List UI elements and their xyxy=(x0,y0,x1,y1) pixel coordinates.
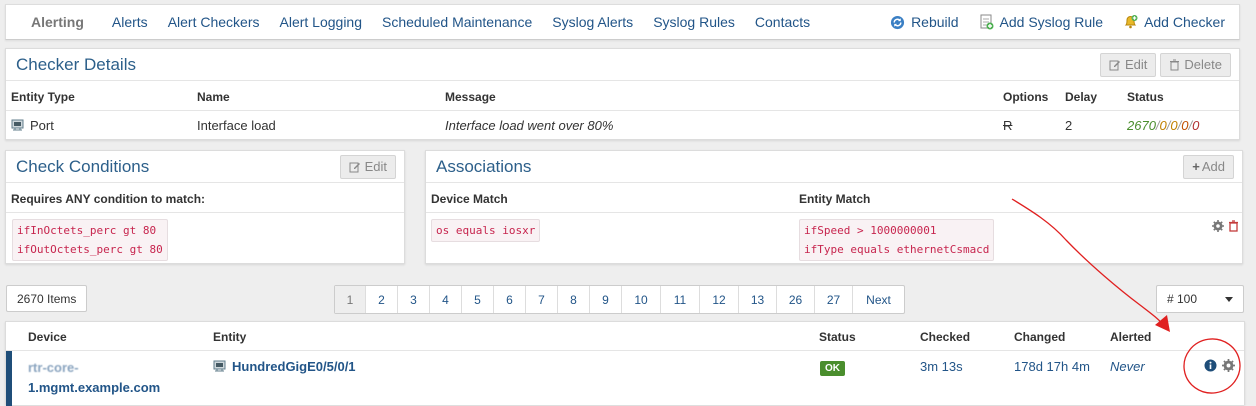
page-11[interactable]: 11 xyxy=(661,286,700,313)
checker-status: 2670/0/0/0/0 xyxy=(1127,118,1200,133)
edit-conditions-button[interactable]: Edit xyxy=(339,154,396,179)
port-icon xyxy=(213,360,226,372)
entities-table: Device Entity Status Checked Changed Ale… xyxy=(5,321,1245,406)
check-conditions-title: Check Conditions xyxy=(16,156,150,176)
rebuild-button[interactable]: Rebuild xyxy=(890,14,959,30)
page-next[interactable]: Next xyxy=(853,286,904,313)
edit-icon xyxy=(1109,60,1121,70)
trash-icon xyxy=(1170,59,1180,70)
info-icon[interactable] xyxy=(1204,359,1217,372)
col-alerted: Alerted xyxy=(1110,330,1152,344)
checker-table: Entity Type Name Message Options Delay S… xyxy=(6,81,1239,139)
plus-icon: + xyxy=(1192,159,1200,174)
page-4[interactable]: 4 xyxy=(430,286,462,313)
nav-scheduled-maintenance[interactable]: Scheduled Maintenance xyxy=(382,14,532,30)
conditions-code: ifInOctets_perc gt 80 ifOutOctets_perc g… xyxy=(12,219,168,261)
nav-alert-logging[interactable]: Alert Logging xyxy=(280,14,363,30)
col-name: Name xyxy=(197,90,230,104)
alerted-value: Never xyxy=(1110,359,1145,374)
nav-alert-checkers[interactable]: Alert Checkers xyxy=(168,14,260,30)
status-badge: OK xyxy=(820,361,845,376)
col-checked: Checked xyxy=(920,330,971,344)
navbar: Alerting Alerts Alert Checkers Alert Log… xyxy=(5,4,1240,40)
chevron-down-icon xyxy=(1225,296,1233,302)
navbar-brand[interactable]: Alerting xyxy=(31,14,84,30)
page-9[interactable]: 9 xyxy=(590,286,622,313)
items-count: 2670 Items xyxy=(6,285,88,312)
nav-syslog-rules[interactable]: Syslog Rules xyxy=(653,14,735,30)
device-link[interactable]: rtr-core- 1.mgmt.example.com xyxy=(28,358,160,398)
checked-value: 3m 13s xyxy=(920,359,963,374)
page-8[interactable]: 8 xyxy=(558,286,590,313)
page-26[interactable]: 26 xyxy=(777,286,815,313)
page-10[interactable]: 10 xyxy=(622,286,661,313)
page-7[interactable]: 7 xyxy=(526,286,558,313)
add-checker-label: Add Checker xyxy=(1144,14,1225,30)
page-3[interactable]: 3 xyxy=(398,286,430,313)
requires-any-label: Requires ANY condition to match: xyxy=(11,192,206,206)
row-status-bar xyxy=(6,351,12,406)
gear-icon[interactable] xyxy=(1222,359,1235,372)
page-2[interactable]: 2 xyxy=(366,286,398,313)
checker-options: R xyxy=(1003,118,1013,133)
condition-item: ifInOctets_perc gt 80 xyxy=(17,224,157,237)
page-5[interactable]: 5 xyxy=(462,286,494,313)
entity-link[interactable]: HundredGigE0/5/0/1 xyxy=(213,359,356,374)
device-match-code: os equals iosxr xyxy=(431,219,541,242)
col-changed: Changed xyxy=(1014,330,1066,344)
checker-details-title: Checker Details xyxy=(16,54,136,74)
associations-title: Associations xyxy=(436,156,532,176)
edit-icon xyxy=(349,162,360,172)
associations-panel: Associations + Add Device Match Entity M… xyxy=(425,150,1243,264)
add-association-button[interactable]: + Add xyxy=(1183,154,1234,179)
checker-details-header: Checker Details Edit Delete xyxy=(6,49,1239,81)
nav-actions: Rebuild Add Syslog Rule Add Checker xyxy=(870,14,1225,30)
checker-message: Interface load went over 80% xyxy=(445,118,614,133)
edit-checker-button[interactable]: Edit xyxy=(1100,52,1157,77)
check-conditions-panel: Check Conditions Edit Requires ANY condi… xyxy=(5,150,405,264)
nav-contacts[interactable]: Contacts xyxy=(755,14,810,30)
refresh-icon xyxy=(891,15,905,29)
page-27[interactable]: 27 xyxy=(815,286,853,313)
col-status: Status xyxy=(1127,90,1164,104)
col-entity-status: Status xyxy=(819,330,856,344)
page-1[interactable]: 1 xyxy=(335,286,366,313)
rebuild-label: Rebuild xyxy=(911,14,959,30)
gear-icon[interactable] xyxy=(1212,220,1224,232)
add-document-icon xyxy=(980,14,994,30)
col-entity: Entity xyxy=(213,330,247,344)
trash-icon[interactable] xyxy=(1228,220,1239,232)
nav-syslog-alerts[interactable]: Syslog Alerts xyxy=(552,14,633,30)
col-entity-type: Entity Type xyxy=(11,90,75,104)
page-13[interactable]: 13 xyxy=(739,286,777,313)
checker-name: Interface load xyxy=(197,118,276,133)
condition-item: ifOutOctets_perc gt 80 xyxy=(17,243,163,256)
add-syslog-rule-button[interactable]: Add Syslog Rule xyxy=(979,14,1104,30)
add-checker-button[interactable]: Add Checker xyxy=(1123,14,1225,30)
nav-alerts[interactable]: Alerts xyxy=(112,14,148,30)
per-page-select[interactable]: # 100 xyxy=(1156,285,1244,313)
col-options: Options xyxy=(1003,90,1049,104)
entity-match-code: ifSpeed > 1000000001 ifType equals ether… xyxy=(799,219,995,261)
row-actions xyxy=(1204,359,1235,372)
checker-details-panel: Checker Details Edit Delete Entity Type … xyxy=(5,48,1240,140)
pagination: 1 2 3 4 5 6 7 8 9 10 11 12 13 26 27 Next xyxy=(334,285,905,314)
page-12[interactable]: 12 xyxy=(700,286,739,313)
add-syslog-rule-label: Add Syslog Rule xyxy=(999,14,1104,30)
association-actions xyxy=(1212,220,1239,232)
page-6[interactable]: 6 xyxy=(494,286,526,313)
entity-type-cell: Port xyxy=(11,118,54,133)
col-device: Device xyxy=(28,330,67,344)
col-delay: Delay xyxy=(1065,90,1098,104)
table-row: rtr-core- 1.mgmt.example.com HundredGigE… xyxy=(6,351,1244,406)
entity-match-header: Entity Match xyxy=(799,192,871,206)
col-message: Message xyxy=(445,90,496,104)
bell-add-icon xyxy=(1124,15,1138,29)
checker-delay: 2 xyxy=(1065,118,1073,133)
port-icon xyxy=(11,119,24,131)
changed-value: 178d 17h 4m xyxy=(1014,359,1090,374)
delete-checker-button[interactable]: Delete xyxy=(1160,52,1231,77)
device-match-header: Device Match xyxy=(431,192,508,206)
